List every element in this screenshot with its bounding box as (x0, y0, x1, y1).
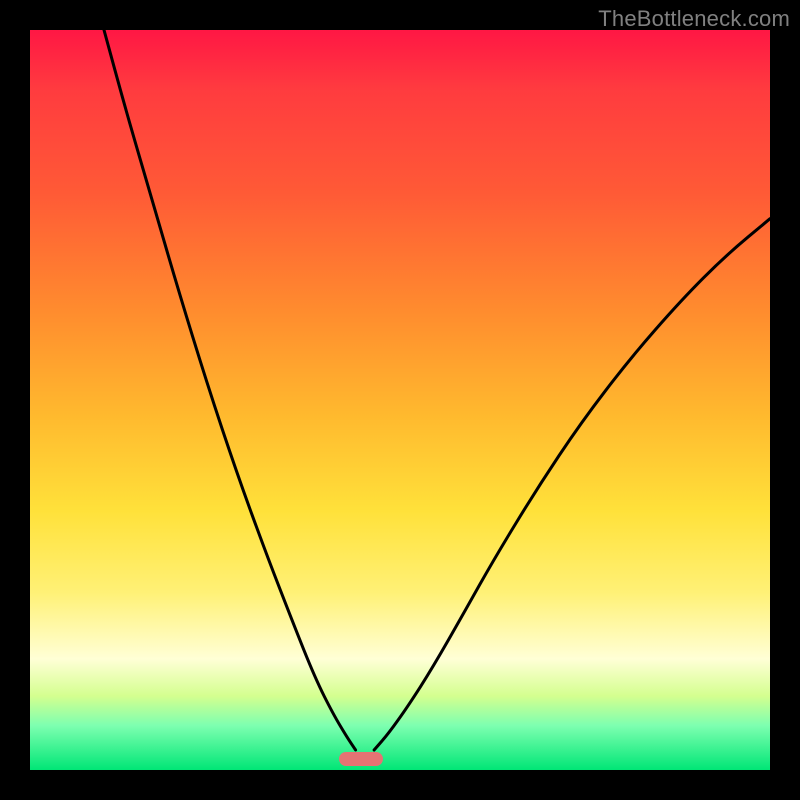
curve-left-branch (104, 30, 356, 750)
curve-layer (30, 30, 770, 770)
curve-right-branch (374, 219, 770, 750)
chart-frame: TheBottleneck.com (0, 0, 800, 800)
min-region-marker (339, 752, 383, 766)
watermark-text: TheBottleneck.com (598, 6, 790, 32)
plot-area (30, 30, 770, 770)
